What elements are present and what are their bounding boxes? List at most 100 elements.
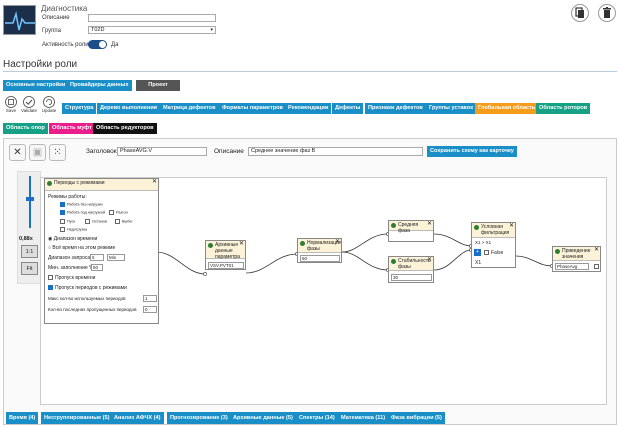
btab-math[interactable]: Математика (11) — [338, 412, 390, 424]
range-unit-select[interactable]: Min — [107, 254, 125, 261]
cond-expression[interactable]: X1 > X1 — [474, 240, 514, 247]
tab-defect-signs[interactable]: Признаки дефектов — [365, 103, 426, 114]
cond-false-checkbox[interactable] — [484, 250, 489, 256]
save-as-card-button[interactable]: Сохранить схему как карточку — [427, 146, 517, 157]
tab-data-providers[interactable]: Провайдеры данных — [67, 80, 132, 91]
skip-periods-checkbox[interactable] — [48, 285, 53, 291]
heading-input[interactable]: PhaseAVG.V — [117, 147, 207, 156]
mode-checkbox-3[interactable] — [109, 210, 114, 215]
stab-node[interactable]: Стабильность фазы ✕ 30 — [388, 256, 434, 283]
scheme-canvas[interactable]: Периоды с режимами ✕ Режимы работы: Работ… — [40, 177, 607, 405]
mode-checkbox-7[interactable] — [60, 227, 65, 232]
cast-node-checkbox[interactable] — [594, 264, 599, 269]
more-button[interactable]: ⁙ — [49, 144, 66, 161]
close-button[interactable]: ✕ — [9, 144, 26, 161]
tab-project[interactable]: Проект — [136, 80, 180, 91]
mode-label-4: Пуск — [67, 219, 76, 224]
archive-node-value[interactable]: VSV.PVT01 — [208, 262, 244, 269]
skip-periods-label: Пропуск периодов с режимами — [55, 285, 127, 291]
zoom-fit-button[interactable]: Fit — [21, 262, 38, 275]
close-node-icon[interactable]: ✕ — [239, 241, 244, 247]
skip-time-checkbox[interactable] — [48, 275, 53, 281]
mode-label-6: Выбег — [122, 219, 133, 224]
min-fill-input[interactable]: 50 — [91, 264, 103, 271]
tab-defect-matrix[interactable]: Матрица дефектов — [160, 103, 219, 114]
last-skipped-input[interactable]: 0 — [143, 306, 157, 313]
tab-defects[interactable]: Дефекты — [332, 103, 364, 114]
tab-setpoint-groups[interactable]: Группы уставок — [426, 103, 477, 114]
skip-time-row[interactable]: Пропуск времени — [48, 275, 95, 281]
zoom-panel: 0,88x 1:1 Fit — [17, 171, 41, 284]
active-value: Да — [111, 42, 119, 48]
skip-periods-row[interactable]: Пропуск периодов с режимами — [48, 285, 127, 291]
max-used-input[interactable]: 1 — [143, 295, 157, 302]
cast-node-value[interactable]: PhaseAvg — [555, 263, 589, 270]
close-node-icon[interactable]: ✕ — [427, 221, 432, 227]
zoom-1to1-button[interactable]: 1:1 — [21, 245, 38, 258]
copy-button[interactable] — [571, 4, 589, 22]
stab-node-value[interactable]: 30 — [391, 274, 432, 281]
mode-label-5: Останов — [92, 219, 107, 224]
mode-checkbox-2[interactable] — [60, 210, 65, 215]
radio-all-time[interactable]: ○ Всё время на этом режиме — [48, 245, 115, 251]
btab-afch[interactable]: Анализ АФЧХ (4) — [111, 412, 165, 424]
validate-tool[interactable]: Validate — [21, 96, 38, 114]
stab-node-title: Стабильность фазы — [398, 258, 431, 270]
btab-vibration-phase[interactable]: Фаза вибрации (5) — [388, 412, 446, 424]
close-node-icon[interactable]: ✕ — [335, 239, 340, 245]
zoom-slider-thumb[interactable] — [26, 197, 34, 201]
close-node-icon[interactable]: ✕ — [152, 179, 157, 185]
radio-all-time-label: Всё время на этом режиме — [52, 245, 116, 251]
range-input[interactable]: 5 — [90, 254, 104, 261]
mode-checkbox-4[interactable] — [60, 219, 65, 224]
norm-node-value[interactable]: 50 — [300, 255, 340, 262]
active-toggle[interactable] — [88, 40, 107, 49]
avg-node[interactable]: Средняя фаза ✕ — [388, 220, 434, 242]
scheme-desc-input[interactable]: Среднее значение фаз B — [248, 147, 423, 156]
archive-node-header: Архивные данные параметра ✕ — [206, 241, 245, 260]
radio-time-range[interactable]: ◉ Диапазон времени — [48, 236, 97, 242]
close-node-icon[interactable]: ✕ — [427, 257, 432, 263]
cond-node-title: Условная фильтрация — [481, 224, 510, 236]
tab-basic-settings[interactable]: Основные настройки — [3, 80, 69, 91]
scheme-save-button[interactable]: ▣ — [29, 144, 46, 161]
cast-node[interactable]: Приведение значения ✕ PhaseAvg — [552, 246, 601, 272]
tab-support-area[interactable]: Область опор — [3, 123, 48, 134]
periods-node[interactable]: Периоды с режимами ✕ Режимы работы: Работ… — [44, 178, 159, 324]
tab-recommendations[interactable]: Рекомендации — [285, 103, 332, 114]
tab-global-area[interactable]: Глобальная область — [475, 103, 539, 114]
copy-icon — [575, 7, 584, 18]
archive-node[interactable]: Архивные данные параметра ✕ VSV.PVT01 — [205, 240, 246, 270]
tab-coupling-area[interactable]: Область муфт — [49, 123, 95, 134]
mode-checkbox-1[interactable] — [60, 202, 65, 207]
tab-exec-tree[interactable]: Дерево выполнения — [97, 103, 161, 114]
tab-rotor-area[interactable]: Область роторов — [536, 103, 591, 114]
close-node-icon[interactable]: ✕ — [509, 223, 514, 229]
cond-add-button[interactable]: + — [474, 249, 481, 256]
tab-gearbox-area[interactable]: Область редукторов — [93, 123, 157, 134]
status-dot-icon — [300, 241, 305, 246]
cond-node[interactable]: Условная фильтрация ✕ X1 > X1 + False X1 — [471, 222, 516, 268]
update-tool[interactable]: Update — [42, 96, 58, 114]
tab-structure[interactable]: Структура — [62, 103, 97, 114]
max-used-label: Макс кол-во используемых периодов — [48, 296, 126, 301]
mode-checkbox-6[interactable] — [115, 219, 120, 224]
close-node-icon[interactable]: ✕ — [594, 247, 599, 253]
min-fill-label: Мин. заполнение % — [48, 265, 94, 271]
save-icon — [5, 96, 17, 108]
btab-forecast[interactable]: Прогнозирование (3) — [167, 412, 232, 424]
save-tool[interactable]: Save — [4, 96, 20, 114]
btab-spectra[interactable]: Спектры (14) — [296, 412, 339, 424]
btab-time[interactable]: Время (4) — [6, 412, 40, 424]
grid-icon: ⁙ — [53, 147, 62, 158]
validate-tool-label: Validate — [21, 108, 37, 113]
btab-archive[interactable]: Архивные данные (5) — [230, 412, 297, 424]
description-input[interactable] — [88, 14, 216, 22]
zoom-slider-track[interactable] — [29, 176, 31, 228]
delete-button[interactable] — [598, 4, 616, 22]
group-select[interactable]: T02D ▾ — [88, 26, 216, 34]
btab-ungrouped[interactable]: Несгруппированные (5) — [41, 412, 114, 424]
tab-param-formats[interactable]: Форматы параметров — [219, 103, 286, 114]
mode-checkbox-5[interactable] — [85, 219, 90, 224]
norm-node[interactable]: Нормализация фазы ✕ 50 — [297, 238, 342, 263]
